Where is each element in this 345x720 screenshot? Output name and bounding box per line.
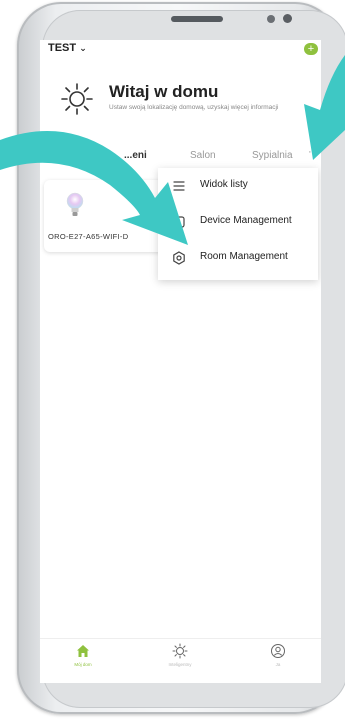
home-icon (77, 645, 89, 657)
tab-salon[interactable]: Salon (190, 150, 216, 161)
menu-item-label: Device Management (200, 215, 292, 226)
sun-icon (61, 83, 93, 115)
bottom-navigation: Mój dom Inteligentny Ja (40, 638, 321, 683)
room-tabs: ...eni Salon Sypialnia ··· (40, 146, 321, 168)
menu-item-label: Widok listy (200, 179, 248, 190)
nav-label: Ja (275, 662, 281, 667)
menu-item-room-management[interactable]: Room Management (158, 240, 318, 276)
settings-gear-icon (173, 251, 185, 265)
chevron-down-icon: ⌄ (79, 43, 87, 53)
device-name: ORO-E27-A65-WIFI-D (48, 232, 129, 241)
dropdown-menu: Widok listy Device Management Room Manag… (158, 168, 318, 280)
welcome-subtitle[interactable]: Ustaw swoją lokalizację domową, uzyskaj … (109, 104, 299, 112)
nav-my-home[interactable]: Mój dom (53, 643, 113, 667)
profile-icon (271, 644, 285, 658)
home-name: TEST (48, 42, 77, 54)
bulb-icon (66, 192, 84, 216)
nav-smart[interactable]: Inteligentny (150, 643, 210, 667)
menu-item-device-management[interactable]: Device Management (158, 204, 318, 240)
nav-me[interactable]: Ja (248, 643, 308, 667)
add-device-button[interactable]: + (304, 43, 318, 55)
tab-sypialnia[interactable]: Sypialnia (252, 150, 293, 161)
nav-label: Mój dom (74, 662, 92, 667)
tab-all-devices[interactable]: ...eni (124, 150, 147, 161)
device-management-icon (173, 216, 185, 228)
front-camera (283, 14, 292, 23)
home-selector[interactable]: TEST ⌄ (48, 42, 87, 54)
list-icon (173, 181, 185, 191)
sun-icon (172, 643, 188, 659)
app-screen: TEST ⌄ + Witaj w domu Ustaw swoją lokali… (40, 40, 321, 683)
menu-item-label: Room Management (200, 251, 288, 262)
plus-icon: + (307, 43, 315, 55)
menu-item-list-view[interactable]: Widok listy (158, 168, 318, 204)
sensor-dot (267, 15, 275, 23)
welcome-title: Witaj w domu (109, 82, 219, 101)
more-options-icon[interactable]: ··· (308, 146, 319, 158)
device-card[interactable]: ORO-E27-A65-WIFI-D (44, 180, 170, 252)
earpiece-speaker (171, 16, 223, 22)
nav-label: Inteligentny (168, 662, 192, 667)
